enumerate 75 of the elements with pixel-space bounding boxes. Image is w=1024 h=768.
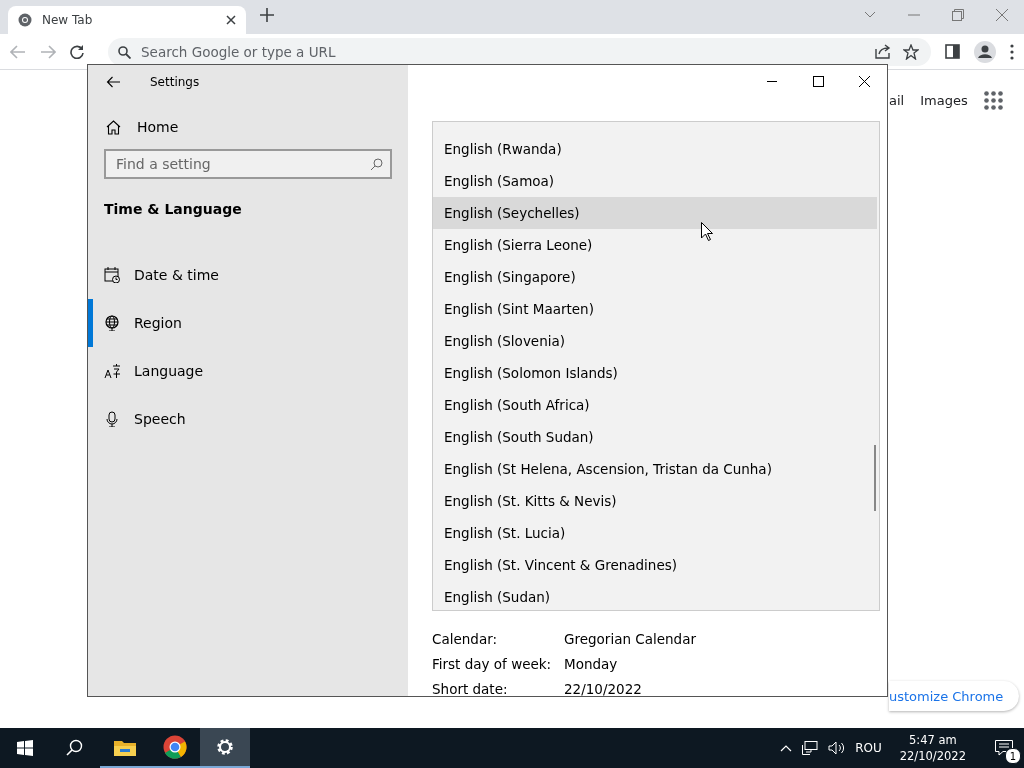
search-icon [66,739,84,757]
list-option[interactable]: English (Sint Maarten) [433,293,877,325]
list-option[interactable]: English (St Helena, Ascension, Tristan da Cunha) [433,453,877,485]
side-panel-icon[interactable] [945,44,960,59]
list-option[interactable]: English (St. Vincent & Grenadines) [433,549,877,581]
back-button[interactable] [106,76,120,88]
profile-icon[interactable] [974,40,996,63]
restore-icon[interactable] [952,9,964,21]
back-arrow-icon [106,76,120,88]
setting-label: Short date: [432,680,509,696]
nav-item[interactable]: Language [88,347,408,395]
address-bar[interactable]: Search Google or type a URL [108,37,931,66]
tab-title: New Tab [42,13,94,27]
maximize-icon [812,75,824,87]
scrollbar-thumb[interactable] [874,445,876,511]
apps-grid-icon[interactable] [983,91,1003,110]
list-option[interactable]: English (Samoa) [433,165,877,197]
list-option[interactable]: English (St. Kitts & Nevis) [433,485,877,517]
list-option[interactable]: English (South Sudan) [433,421,877,453]
list-option[interactable]: English (Slovenia) [433,325,877,357]
list-option[interactable]: English (Solomon Islands) [433,357,877,389]
list-option[interactable]: English (Sudan) [433,581,877,610]
browser-tab[interactable]: New Tab [8,6,246,34]
search-field[interactable]: Find a setting [104,149,392,179]
chrome-icon [163,735,187,759]
share-icon[interactable] [875,43,891,59]
more-icon[interactable] [1010,43,1014,60]
page-link[interactable]: Images [920,93,968,108]
close-icon [858,75,870,87]
search-icon [118,45,131,59]
clock-date[interactable]: 22/10/2022 [899,748,966,764]
list-option[interactable]: English (Seychelles) [433,197,877,229]
list-option[interactable]: English (Singapore) [433,261,877,293]
section-heading: Time & Language [104,201,243,217]
volume-icon[interactable] [828,741,846,755]
setting-value: 22/10/2022 [564,680,643,696]
language-icon [104,363,120,379]
nav-item[interactable]: Speech [88,395,408,443]
globe-icon [104,315,120,331]
setting-value: Monday [564,655,619,674]
new-tab-icon[interactable] [260,8,274,22]
list-option[interactable]: English (St. Lucia) [433,517,877,549]
window-title: Settings [150,75,200,89]
minimize-icon [767,80,777,82]
language-indicator[interactable]: ROU [855,741,882,755]
reload-icon[interactable] [70,44,84,59]
home-link[interactable]: Home [106,119,408,135]
microphone-icon [104,411,120,427]
cursor-icon [701,222,713,241]
list-option[interactable]: English (Sierra Leone) [433,229,877,261]
setting-label: Calendar: [432,630,498,649]
star-icon[interactable] [903,43,919,60]
windows-logo-icon [17,740,33,756]
chrome-icon [18,13,32,27]
chevron-up-icon[interactable] [780,744,793,752]
notification-badge: 1 [1005,748,1021,764]
notification-icon[interactable] [995,740,1013,756]
taskbar-button[interactable] [200,728,250,768]
list-option[interactable]: English (South Africa) [433,389,877,421]
nav-item[interactable]: Date & time [88,251,408,299]
gear-icon [215,737,235,757]
calendar-icon [104,267,120,283]
home-icon [106,119,121,135]
folder-icon [114,738,136,756]
list-option[interactable]: English (Rwanda) [433,133,877,165]
page-link[interactable]: ail [889,93,905,108]
search-icon [370,158,383,171]
customize-button[interactable]: ustomize Chrome [889,681,1020,711]
network-icon[interactable] [802,741,819,755]
nav-item[interactable]: Region [88,299,408,347]
clock-time[interactable]: 5:47 am [909,732,957,748]
setting-value: Gregorian Calendar [564,630,696,649]
close-icon[interactable] [226,15,236,25]
setting-label: First day of week: [432,655,553,674]
chevron-down-icon[interactable] [864,11,876,19]
